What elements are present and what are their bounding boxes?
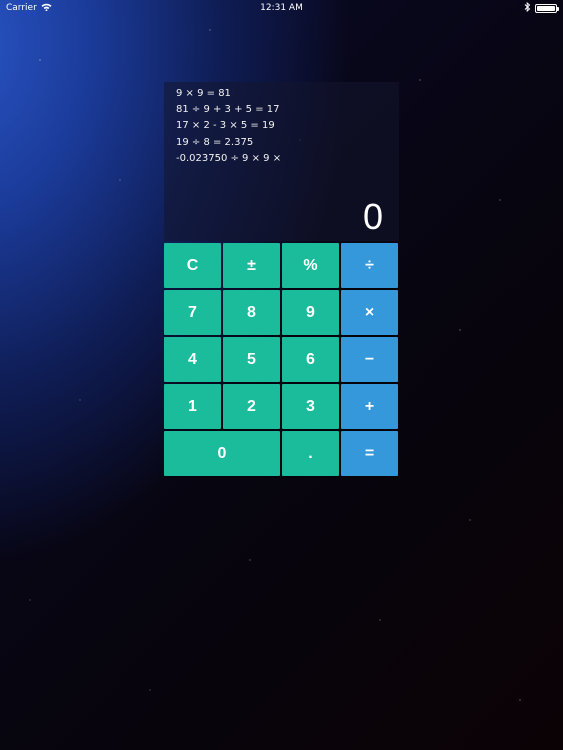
result-value: 0: [362, 196, 383, 237]
equals-button[interactable]: =: [341, 431, 398, 476]
divide-button[interactable]: ÷: [341, 243, 398, 288]
digit-8-button[interactable]: 8: [223, 290, 280, 335]
status-time: 12:31 AM: [260, 3, 303, 13]
digit-5-button[interactable]: 5: [223, 337, 280, 382]
calculator-display: 9 × 9 = 81 81 ÷ 9 + 3 + 5 = 17 17 × 2 - …: [164, 82, 399, 241]
status-bar: Carrier 12:31 AM: [0, 0, 563, 16]
keypad: C ± % ÷ 7 8 9 × 4 5 6 − 1 2 3 + 0 . =: [164, 243, 399, 476]
clear-button[interactable]: C: [164, 243, 221, 288]
digit-2-button[interactable]: 2: [223, 384, 280, 429]
digit-9-button[interactable]: 9: [282, 290, 339, 335]
digit-4-button[interactable]: 4: [164, 337, 221, 382]
decimal-button[interactable]: .: [282, 431, 339, 476]
digit-7-button[interactable]: 7: [164, 290, 221, 335]
add-button[interactable]: +: [341, 384, 398, 429]
digit-3-button[interactable]: 3: [282, 384, 339, 429]
digit-1-button[interactable]: 1: [164, 384, 221, 429]
digit-0-button[interactable]: 0: [164, 431, 280, 476]
sign-toggle-button[interactable]: ±: [223, 243, 280, 288]
calculator: 9 × 9 = 81 81 ÷ 9 + 3 + 5 = 17 17 × 2 - …: [164, 82, 399, 476]
multiply-button[interactable]: ×: [341, 290, 398, 335]
subtract-button[interactable]: −: [341, 337, 398, 382]
history-line: 19 ÷ 8 = 2.375: [176, 136, 254, 148]
history-line: -0.023750 ÷ 9 × 9 ×: [176, 152, 282, 164]
history-line: 17 × 2 - 3 × 5 = 19: [176, 120, 275, 132]
digit-6-button[interactable]: 6: [282, 337, 339, 382]
history-line: 9 × 9 = 81: [176, 88, 231, 99]
history-line: 81 ÷ 9 + 3 + 5 = 17: [176, 104, 280, 116]
percent-button[interactable]: %: [282, 243, 339, 288]
battery-icon: [535, 3, 559, 13]
